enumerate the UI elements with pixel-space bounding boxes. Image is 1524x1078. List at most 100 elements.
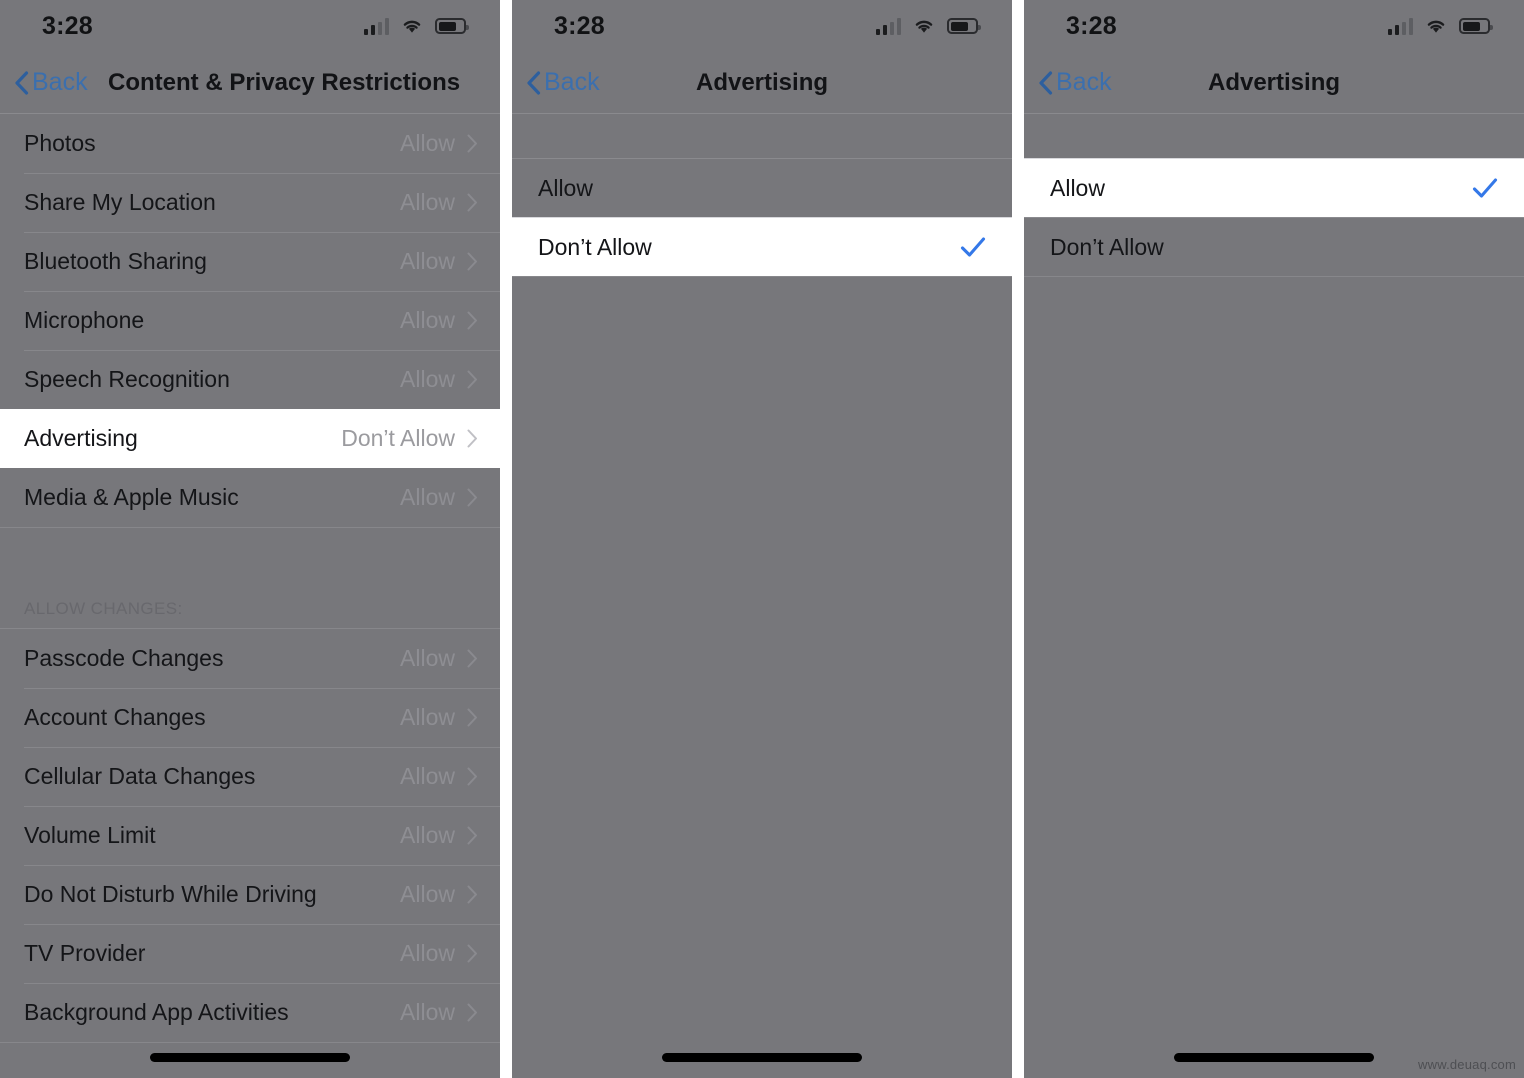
chevron-left-icon [1039,70,1053,95]
table-row[interactable]: TV Provider Allow [0,924,500,983]
row-label: Share My Location [24,189,216,215]
status-bar: 3:28 [512,0,1012,52]
row-value: Allow [400,763,455,789]
home-indicator[interactable] [1174,1053,1374,1062]
phone-panel-advertising-before: 3:28 Back Advertising Allow Don’t Allow [512,0,1012,1078]
chevron-left-icon [15,70,29,95]
row-label: Photos [24,130,96,156]
table-row[interactable]: Passcode Changes Allow [0,629,500,688]
nav-bar: Back Advertising [1024,52,1524,114]
row-value: Don’t Allow [341,425,455,451]
row-right: Allow [400,999,478,1026]
back-button[interactable]: Back [526,68,600,97]
choice-allow[interactable]: Allow [512,158,1012,217]
row-right: Allow [400,881,478,908]
row-label: Do Not Disturb While Driving [24,881,317,907]
section-divider [512,276,1012,277]
row-right: Allow [400,189,478,216]
row-right: Allow [400,822,478,849]
choice-label: Allow [1050,174,1105,201]
table-row[interactable]: Media & Apple Music Allow [0,468,500,527]
wifi-icon [1427,20,1445,33]
choice-dont-allow[interactable]: Don’t Allow [1024,217,1524,276]
table-row[interactable]: Account Changes Allow [0,688,500,747]
row-label: Bluetooth Sharing [24,248,207,274]
row-label: Microphone [24,307,145,333]
cellular-signal-icon [363,17,389,35]
list-top-spacer [512,114,1012,158]
row-label: Passcode Changes [24,645,224,671]
chevron-right-icon [467,826,477,845]
table-row[interactable]: Microphone Allow [0,291,500,350]
row-right: Allow [400,484,478,511]
panel-body: Allow Don’t Allow [512,114,1012,1078]
row-value: Allow [400,307,455,333]
table-row[interactable]: Cellular Data Changes Allow [0,747,500,806]
back-label: Back [32,68,88,96]
screenshot-strip: 3:28 Back Content & Privacy Restrictions [0,0,1524,1078]
row-right: Allow [400,366,478,393]
battery-icon [435,18,469,34]
row-value: Allow [400,940,455,966]
table-row[interactable]: Bluetooth Sharing Allow [0,232,500,291]
table-row[interactable]: Background App Activities Allow [0,983,500,1042]
row-value: Allow [400,645,455,671]
home-indicator[interactable] [662,1053,862,1062]
row-right: Allow [400,704,478,731]
nav-bar: Back Advertising [512,52,1012,114]
row-right: Allow [400,940,478,967]
row-label: Volume Limit [24,822,156,848]
status-time: 3:28 [554,11,605,40]
row-right: Allow [400,130,478,157]
status-icons [875,17,981,35]
list-top-spacer [1024,114,1524,158]
nav-bar: Back Content & Privacy Restrictions [0,52,500,114]
chevron-right-icon [467,767,477,786]
row-value: Allow [400,704,455,730]
home-indicator[interactable] [150,1053,350,1062]
chevron-right-icon [467,944,477,963]
choice-label: Allow [538,174,593,201]
panel-body: Allow Don’t Allow [1024,114,1524,1078]
chevron-right-icon [467,885,477,904]
section-divider [0,1042,500,1043]
back-button[interactable]: Back [14,68,88,97]
settings-list-privacy: Photos Allow Share My Location Allow Blu… [0,114,500,1043]
chevron-right-icon [467,134,477,153]
chevron-right-icon [467,370,477,389]
table-row-advertising[interactable]: Advertising Don’t Allow [0,409,500,468]
phone-panel-advertising-after: 3:28 Back Advertising Allow Don’t Allow … [1024,0,1524,1078]
table-row[interactable]: Share My Location Allow [0,173,500,232]
checkmark-icon [1472,178,1498,198]
cellular-signal-icon [875,17,901,35]
back-label: Back [544,68,600,96]
row-right: Allow [400,763,478,790]
advertising-choice-list: Allow Don’t Allow [1024,158,1524,277]
chevron-right-icon [467,488,477,507]
table-row[interactable]: Photos Allow [0,114,500,173]
row-value: Allow [400,130,455,156]
status-bar: 3:28 [0,0,500,52]
chevron-left-icon [527,70,541,95]
status-bar: 3:28 [1024,0,1524,52]
status-icons [363,17,469,35]
section-divider [1024,276,1524,277]
back-label: Back [1056,68,1112,96]
row-label: Speech Recognition [24,366,230,392]
table-row[interactable]: Speech Recognition Allow [0,350,500,409]
advertising-choice-list: Allow Don’t Allow [512,158,1012,277]
site-watermark: www.deuaq.com [1418,1057,1516,1072]
table-row[interactable]: Volume Limit Allow [0,806,500,865]
checkmark-icon [960,237,986,257]
row-value: Allow [400,881,455,907]
row-label: Account Changes [24,704,206,730]
battery-icon [1459,18,1493,34]
status-time: 3:28 [42,11,93,40]
phone-panel-content-privacy-restrictions: 3:28 Back Content & Privacy Restrictions [0,0,500,1078]
chevron-right-icon [467,311,477,330]
choice-allow[interactable]: Allow [1024,158,1524,217]
table-row[interactable]: Do Not Disturb While Driving Allow [0,865,500,924]
choice-dont-allow[interactable]: Don’t Allow [512,217,1012,276]
back-button[interactable]: Back [1038,68,1112,97]
